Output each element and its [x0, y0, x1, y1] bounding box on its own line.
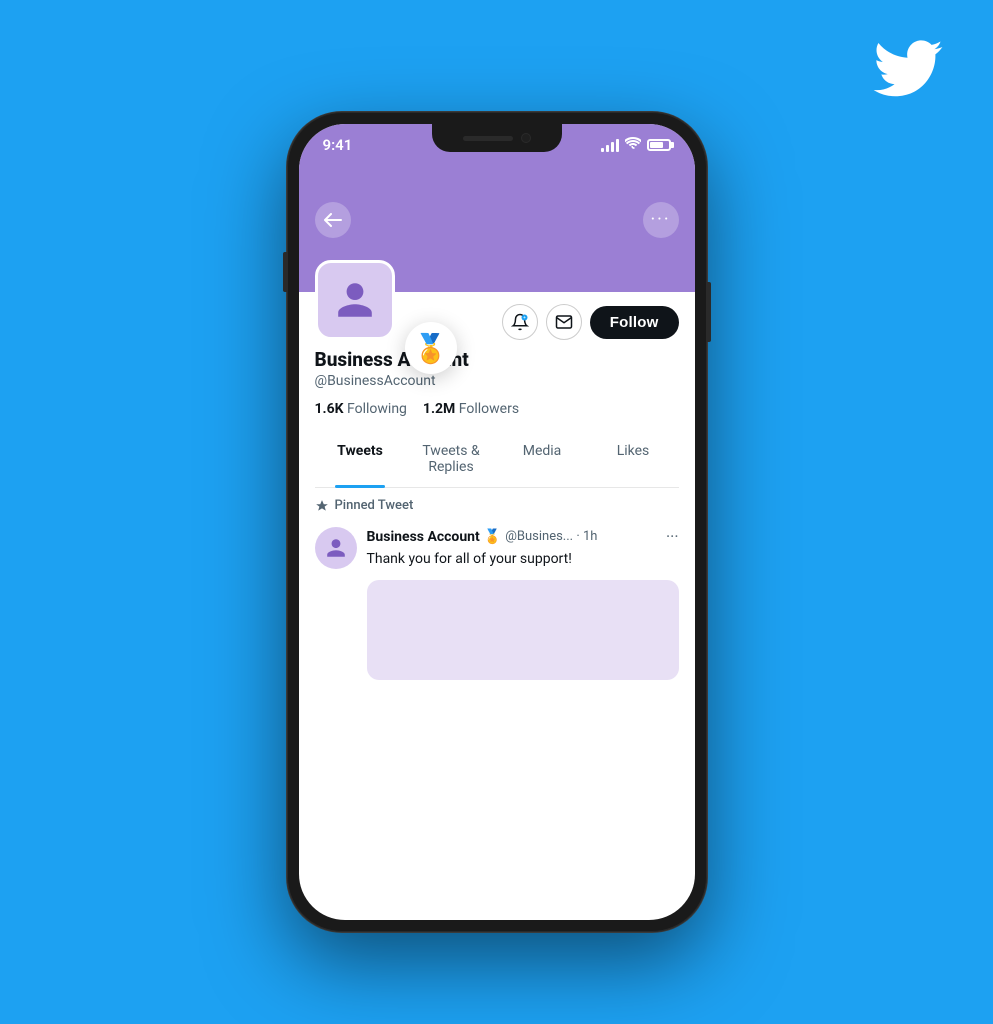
tweet-text: Thank you for all of your support! — [367, 550, 679, 570]
tweet-more-options[interactable]: ··· — [666, 527, 679, 546]
avatar-action-row: 🏅 + — [315, 292, 679, 340]
phone-mockup: 9:41 — [287, 112, 707, 932]
pinned-tweet-label: Pinned Tweet — [299, 488, 695, 519]
user-icon — [334, 279, 376, 321]
pinned-label-text: Pinned Tweet — [335, 498, 414, 513]
follow-button[interactable]: Follow — [590, 306, 679, 339]
profile-content: 🏅 + — [299, 292, 695, 488]
following-stat[interactable]: 1.6K Following — [315, 401, 407, 417]
tweet-user-icon — [325, 537, 347, 559]
following-label: Following — [347, 401, 407, 417]
tweet-image — [367, 580, 679, 680]
speaker — [463, 136, 513, 141]
tweet-verified-icon: 🏅 — [484, 529, 501, 545]
followers-stat[interactable]: 1.2M Followers — [423, 401, 519, 417]
svg-text:+: + — [523, 316, 526, 321]
tweet-author-avatar — [315, 527, 357, 569]
twitter-logo-container — [873, 40, 943, 112]
profile-handle: @BusinessAccount — [315, 373, 679, 389]
tweet-header: Business Account 🏅 @Busines... · 1h ··· … — [315, 527, 679, 680]
followers-label: Followers — [459, 401, 519, 417]
tweet-meta: Business Account 🏅 @Busines... · 1h ··· — [367, 527, 679, 546]
phone-screen: 9:41 — [299, 124, 695, 920]
pin-icon — [315, 499, 329, 513]
gold-verified-icon: 🏅 — [413, 332, 448, 365]
profile-avatar — [315, 260, 395, 340]
tab-likes[interactable]: Likes — [588, 431, 679, 487]
profile-stats: 1.6K Following 1.2M Followers — [315, 401, 679, 417]
tab-media[interactable]: Media — [497, 431, 588, 487]
camera — [521, 133, 531, 143]
tweet-handle: @Busines... · 1h — [505, 529, 597, 544]
profile-action-buttons: + Follow — [502, 304, 679, 340]
wifi-icon — [625, 137, 641, 153]
following-count: 1.6K — [315, 401, 344, 417]
message-button[interactable] — [546, 304, 582, 340]
profile-tabs: Tweets Tweets & Replies Media Likes — [315, 431, 679, 488]
tweet-author-name: Business Account — [367, 529, 480, 545]
header-nav: ··· — [299, 202, 695, 238]
signal-icon — [601, 138, 619, 152]
profile-name-row: Business Account — [315, 348, 679, 371]
pinned-tweet: Business Account 🏅 @Busines... · 1h ··· … — [299, 519, 695, 692]
followers-count: 1.2M — [423, 401, 455, 417]
back-button[interactable] — [315, 202, 351, 238]
tweet-body: Business Account 🏅 @Busines... · 1h ··· … — [367, 527, 679, 680]
screen-content: ··· 🏅 — [299, 162, 695, 828]
phone-outer-shell: 9:41 — [287, 112, 707, 932]
verified-badge-popup: 🏅 — [405, 322, 457, 374]
battery-icon — [647, 139, 671, 151]
notifications-button[interactable]: + — [502, 304, 538, 340]
tab-tweets[interactable]: Tweets — [315, 431, 406, 487]
more-options-button[interactable]: ··· — [643, 202, 679, 238]
tab-tweets-replies[interactable]: Tweets & Replies — [406, 431, 497, 487]
phone-notch — [432, 124, 562, 152]
status-icons — [601, 137, 671, 153]
twitter-bird-icon — [873, 40, 943, 97]
status-time: 9:41 — [323, 136, 353, 154]
